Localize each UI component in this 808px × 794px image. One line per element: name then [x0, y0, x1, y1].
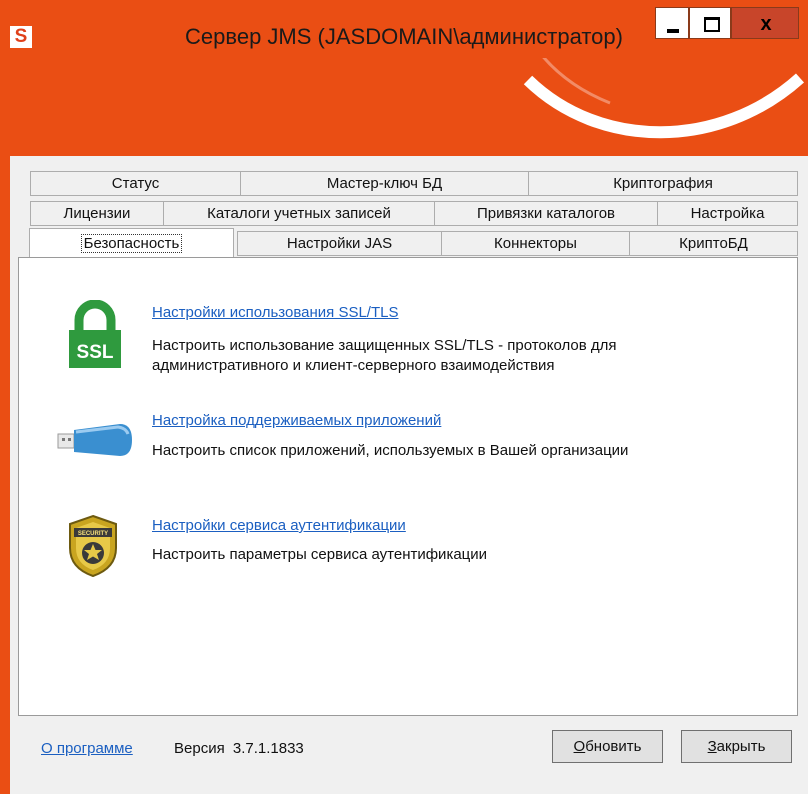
tab-cryptography[interactable]: Криптография — [528, 171, 798, 196]
version-value: 3.7.1.1833 — [232, 740, 304, 757]
close-label: акрыть — [716, 738, 766, 755]
refresh-button[interactable]: Обновить — [552, 730, 663, 763]
version-info: Версия 3.7.1.1833 — [174, 740, 304, 757]
close-icon: x — [760, 13, 772, 35]
minimize-button[interactable] — [655, 7, 689, 39]
about-link[interactable]: О программе — [41, 740, 133, 757]
tab-label: Настройка — [690, 205, 765, 222]
tab-label: Настройки JAS — [286, 235, 393, 252]
auth-service-description: Настроить параметры сервиса аутентификац… — [152, 545, 752, 565]
tab-label: Криптография — [613, 175, 713, 192]
description-line: административного и клиент-серверного вз… — [152, 357, 555, 374]
refresh-label: бновить — [585, 738, 642, 755]
tab-label: Каталоги учетных записей — [207, 205, 391, 222]
supported-apps-link[interactable]: Настройка поддерживаемых приложений — [152, 412, 441, 429]
supported-apps-description: Настроить список приложений, используемы… — [152, 441, 752, 461]
tab-db-master-key[interactable]: Мастер-ключ БД — [240, 171, 529, 196]
tab-label: Мастер-ключ БД — [326, 175, 443, 192]
tab-label: КриптоБД — [679, 235, 748, 252]
tab-jas-settings[interactable]: Настройки JAS — [237, 231, 442, 256]
security-badge-icon: SECURITY — [69, 514, 117, 578]
description-line: Настроить список приложений, используемы… — [152, 442, 629, 459]
tab-label: Привязки каталогов — [476, 205, 616, 222]
description-line: Настроить использование защищенных SSL/T… — [152, 337, 617, 354]
tab-catalog-bindings[interactable]: Привязки каталогов — [434, 201, 658, 226]
ssl-settings-description: Настроить использование защищенных SSL/T… — [152, 336, 752, 376]
version-label: Версия — [174, 740, 225, 757]
description-line: Настроить параметры сервиса аутентификац… — [152, 546, 488, 563]
tab-status[interactable]: Статус — [30, 171, 241, 196]
security-tab-panel — [18, 257, 798, 716]
badge-icon-text: SECURITY — [78, 531, 108, 537]
ssl-icon-text: SSL — [77, 342, 114, 363]
brand-swoosh-icon — [523, 58, 805, 139]
tab-label: Коннекторы — [494, 235, 577, 252]
app-window: S Сервер JMS (JASDOMAIN\администратор) x… — [0, 0, 808, 794]
close-window-button[interactable]: x — [731, 7, 799, 39]
ssl-lock-icon: SSL — [69, 300, 121, 368]
ssl-settings-link[interactable]: Настройки использования SSL/TLS — [152, 304, 398, 321]
auth-service-link[interactable]: Настройки сервиса аутентификации — [152, 517, 406, 534]
refresh-mnemonic: О — [573, 738, 586, 755]
title-bar[interactable]: S Сервер JMS (JASDOMAIN\администратор) x — [0, 0, 808, 58]
tab-label: Статус — [111, 175, 160, 192]
usb-key-icon — [57, 424, 132, 456]
tab-licenses[interactable]: Лицензии — [30, 201, 164, 226]
brand-banner — [0, 58, 808, 156]
tab-account-catalogs[interactable]: Каталоги учетных записей — [163, 201, 435, 226]
tab-label: Лицензии — [63, 205, 131, 222]
maximize-button[interactable] — [689, 7, 731, 39]
close-button[interactable]: Закрыть — [681, 730, 792, 763]
tab-crypto-db[interactable]: КриптоБД — [629, 231, 798, 256]
tab-settings[interactable]: Настройка — [657, 201, 798, 226]
tab-label: Безопасность — [80, 233, 183, 253]
tab-security[interactable]: Безопасность — [29, 228, 234, 257]
tab-connectors[interactable]: Коннекторы — [441, 231, 630, 256]
close-mnemonic: З — [707, 738, 717, 755]
